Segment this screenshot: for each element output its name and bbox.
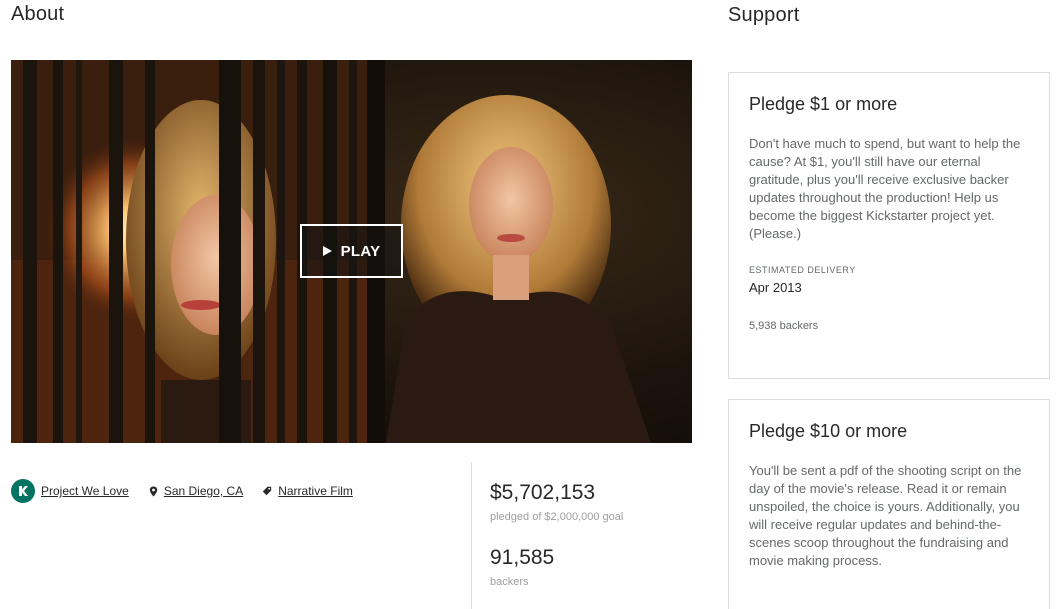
about-heading: About (11, 3, 65, 25)
reward-backers-count: 5,938 backers (749, 320, 819, 332)
estimated-delivery-value: Apr 2013 (749, 280, 802, 295)
reward-card[interactable]: Pledge $1 or more Don't have much to spe… (728, 72, 1050, 379)
video-player[interactable]: PLAY (11, 60, 692, 443)
support-heading: Support (728, 4, 800, 26)
category-tag[interactable]: Narrative Film (262, 484, 353, 498)
reward-description: You'll be sent a pdf of the shooting scr… (749, 463, 1022, 568)
backers-label: backers (490, 576, 529, 588)
estimated-delivery-label: ESTIMATED DELIVERY (749, 265, 856, 275)
reward-title: Pledge $1 or more (749, 94, 898, 114)
project-we-love-link[interactable]: Project We Love (41, 484, 129, 498)
stats-divider (471, 462, 472, 609)
pledged-amount: $5,702,153 (490, 481, 596, 504)
kickstarter-k-icon (11, 479, 35, 503)
location-tag[interactable]: San Diego, CA (149, 484, 243, 498)
pledged-goal-label: pledged of $2,000,000 goal (490, 511, 624, 523)
reward-title: Pledge $10 or more (749, 421, 908, 441)
play-icon (322, 246, 332, 256)
reward-description: Don't have much to spend, but want to he… (749, 136, 1021, 241)
play-label: PLAY (340, 242, 381, 260)
category-link[interactable]: Narrative Film (278, 484, 353, 498)
project-we-love-tag[interactable]: Project We Love (11, 479, 129, 503)
play-button[interactable]: PLAY (300, 224, 403, 278)
location-pin-icon (149, 486, 158, 497)
project-tags: Project We Love San Diego, CA Narrative … (11, 479, 353, 503)
backers-count: 91,585 (490, 546, 555, 569)
tag-icon (262, 486, 272, 496)
reward-card[interactable]: Pledge $10 or more You'll be sent a pdf … (728, 399, 1050, 609)
location-link[interactable]: San Diego, CA (164, 484, 243, 498)
